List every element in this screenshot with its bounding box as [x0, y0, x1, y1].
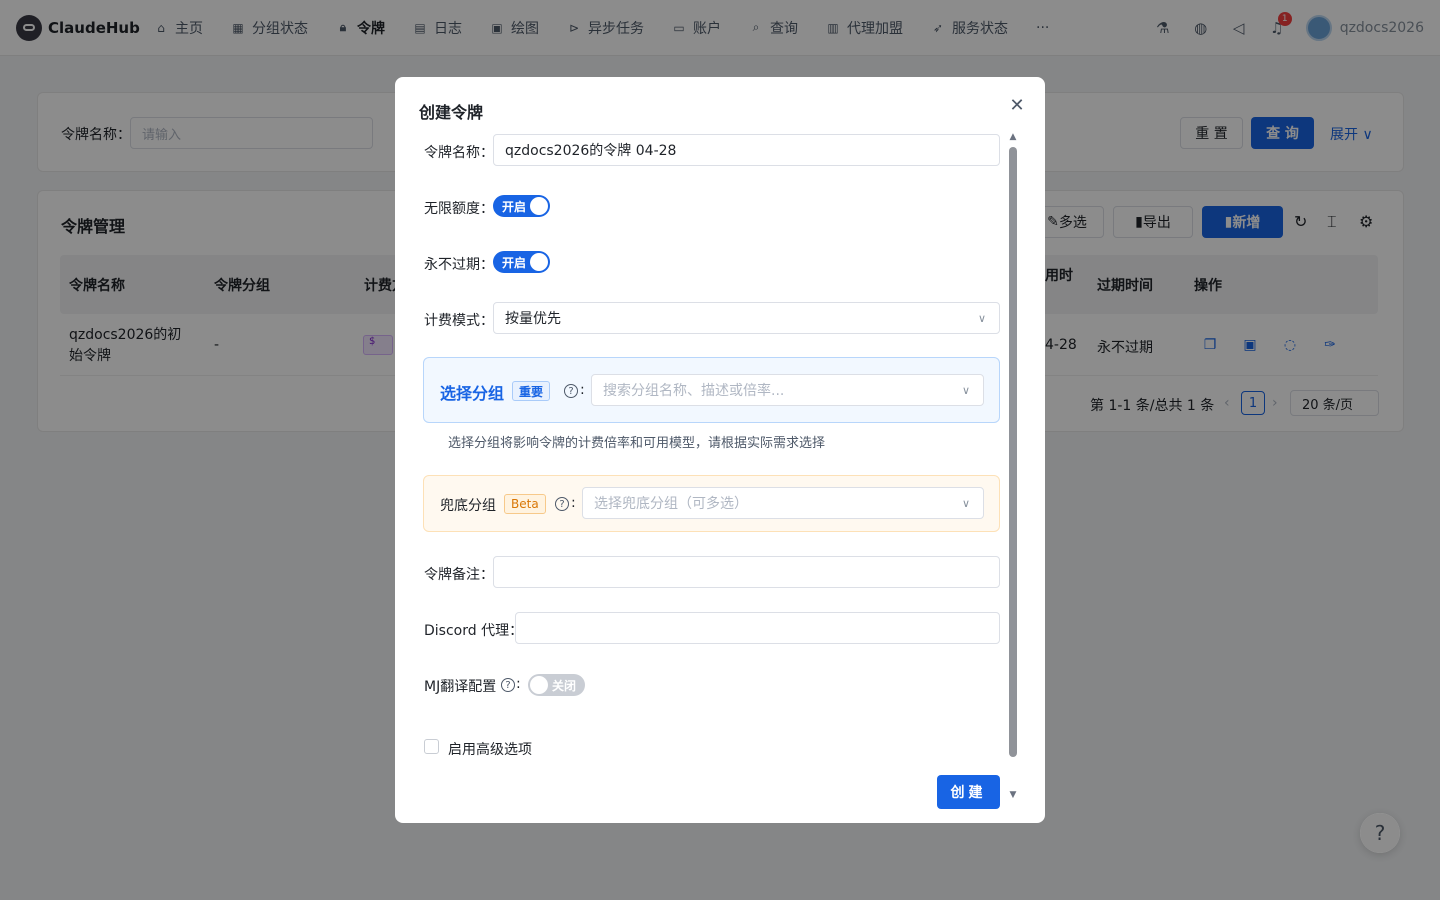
discord-proxy-input[interactable]: [515, 612, 1000, 644]
chevron-down-icon: ∨: [977, 311, 987, 325]
beta-tag: Beta: [504, 494, 546, 514]
advanced-options-label[interactable]: 启用高级选项: [448, 739, 532, 759]
help-circle-icon[interactable]: ?: [555, 497, 569, 511]
modal-scrollbar[interactable]: ▲ ▼: [1008, 132, 1018, 803]
advanced-options-checkbox[interactable]: [424, 739, 439, 754]
unlimited-quota-switch[interactable]: 开启: [493, 195, 550, 217]
fallback-group-select[interactable]: 选择兜底分组（可多选） ∨: [582, 487, 984, 519]
scroll-up-icon[interactable]: ▲: [1008, 132, 1018, 142]
group-hint-text: 选择分组将影响令牌的计费倍率和可用模型，请根据实际需求选择: [448, 436, 826, 451]
never-expire-switch[interactable]: 开启: [493, 251, 550, 273]
fallback-colon: :: [571, 495, 576, 511]
create-button[interactable]: 创建: [937, 775, 1000, 809]
mj-translate-label: MJ翻译配置: [424, 679, 497, 695]
create-token-modal: 创建令牌 ✕ 令牌名称： qzdocs2026的令牌 04-28 无限额度： 开…: [395, 77, 1045, 823]
mj-translate-switch[interactable]: 关闭: [528, 674, 585, 696]
token-remark-input[interactable]: [493, 556, 1000, 588]
scroll-thumb[interactable]: [1009, 147, 1017, 757]
discord-proxy-label: Discord 代理：: [424, 623, 524, 639]
chevron-down-icon: ∨: [961, 383, 971, 397]
unlimited-quota-label: 无限额度：: [424, 201, 494, 217]
help-circle-icon[interactable]: ?: [564, 384, 578, 398]
chevron-down-icon: ∨: [961, 496, 971, 510]
token-name-input[interactable]: qzdocs2026的令牌 04-28: [493, 134, 1000, 166]
group-colon: :: [580, 382, 585, 398]
help-circle-icon[interactable]: ?: [501, 678, 515, 692]
token-name-label: 令牌名称：: [424, 145, 494, 161]
close-icon[interactable]: ✕: [1007, 95, 1027, 116]
billing-mode-label: 计费模式：: [424, 313, 494, 329]
modal-title: 创建令牌: [419, 103, 484, 122]
help-button-dim: [1360, 813, 1400, 853]
never-expire-label: 永不过期：: [424, 257, 494, 273]
fallback-group-label: 兜底分组: [440, 498, 496, 514]
important-tag: 重要: [512, 381, 551, 401]
scroll-down-icon[interactable]: ▼: [1008, 790, 1018, 800]
billing-mode-select[interactable]: 按量优先 ∨: [493, 302, 1000, 334]
token-remark-label: 令牌备注：: [424, 567, 494, 583]
mj-colon: :: [516, 676, 521, 692]
select-group-label: 选择分组: [440, 384, 505, 403]
group-search-select[interactable]: 搜索分组名称、描述或倍率... ∨: [591, 374, 984, 406]
